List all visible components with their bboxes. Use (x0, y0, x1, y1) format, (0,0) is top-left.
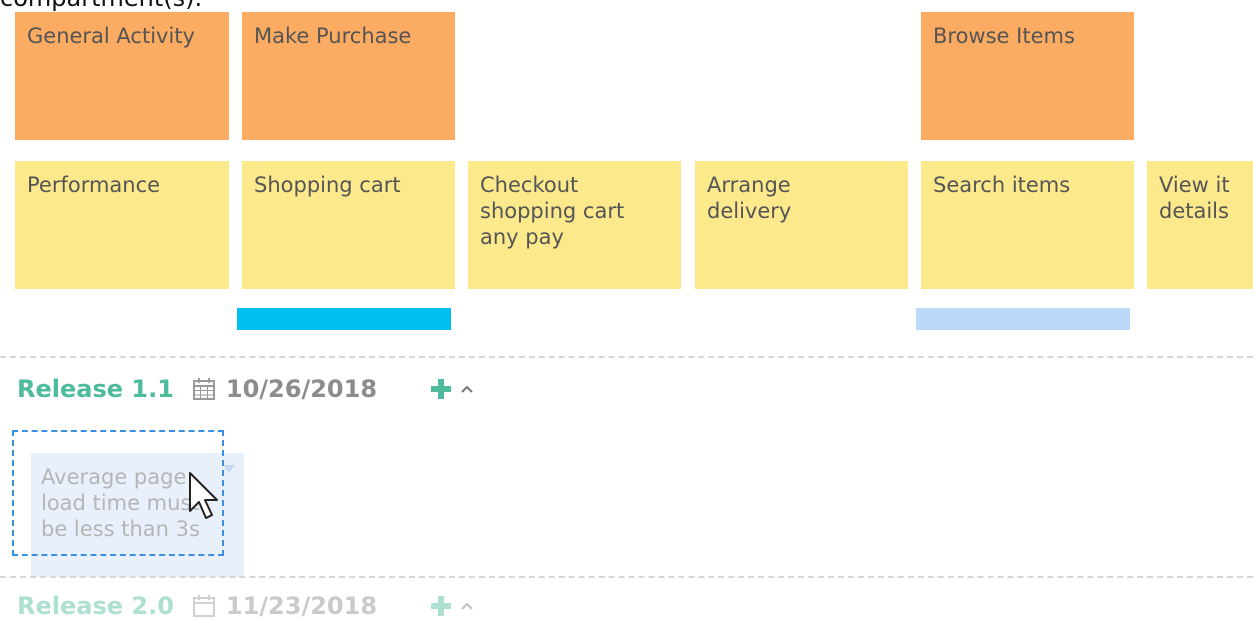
add-icon[interactable] (429, 377, 453, 401)
release-name[interactable]: Release 2.0 (17, 592, 174, 619)
task-card-shopping-cart[interactable]: Shopping cart (242, 161, 455, 289)
release-date: 11/23/2018 (225, 592, 378, 619)
browse-items-color-bar (916, 308, 1130, 330)
release-row-2-0: Release 2.0 11/23/2018 (17, 586, 475, 619)
header-text: compartment(s). (0, 0, 202, 12)
add-icon[interactable] (429, 594, 453, 618)
task-card-view-item-details[interactable]: View it details (1147, 161, 1253, 289)
calendar-icon[interactable] (192, 377, 216, 401)
activity-card-browse-items[interactable]: Browse Items (921, 12, 1134, 140)
release-date: 10/26/2018 (225, 375, 378, 403)
activity-card-general-activity[interactable]: General Activity (15, 12, 229, 140)
release-name[interactable]: Release 1.1 (17, 375, 174, 403)
hand-cursor-icon (189, 472, 218, 519)
task-card-checkout[interactable]: Checkout shopping cart any pay (468, 161, 681, 289)
task-card-search-items[interactable]: Search items (921, 161, 1134, 289)
activity-card-make-purchase[interactable]: Make Purchase (242, 12, 455, 140)
release-divider (0, 576, 1253, 578)
make-purchase-color-bar (237, 308, 451, 330)
chevron-up-icon[interactable] (459, 381, 475, 397)
card-menu-arrow-icon (223, 465, 235, 473)
task-card-performance[interactable]: Performance (15, 161, 229, 289)
chevron-up-icon[interactable] (459, 598, 475, 614)
release-divider (0, 356, 1253, 358)
calendar-icon[interactable] (192, 594, 216, 618)
release-row-1-1: Release 1.1 10/26/2018 (17, 369, 475, 409)
task-card-arrange-delivery[interactable]: Arrange delivery (695, 161, 908, 289)
